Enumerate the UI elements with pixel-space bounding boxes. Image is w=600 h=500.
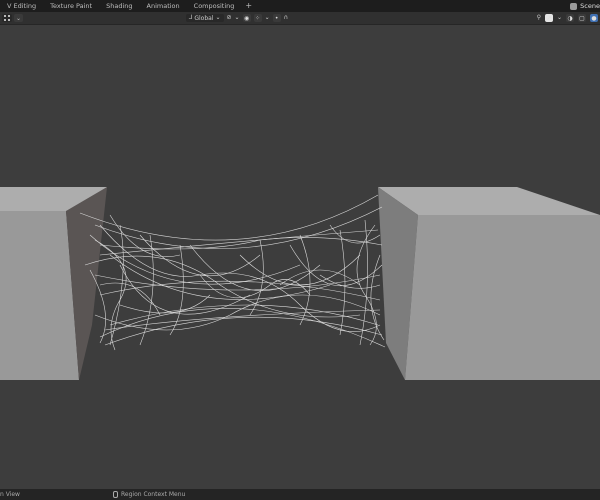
tab-uv-editing[interactable]: V Editing [0, 0, 43, 12]
gizmo-icon: ↗ [546, 14, 552, 22]
cobweb-mesh[interactable] [79, 194, 386, 351]
scene-label: Scene [580, 2, 600, 10]
status-middle-label: Region Context Menu [121, 491, 186, 498]
right-cube-front-face [405, 215, 600, 380]
workspace-topbar: V Editing Texture Paint Shading Animatio… [0, 0, 600, 12]
snap-icon: ◉ [243, 14, 250, 22]
snap-toggle[interactable]: ◉ [242, 14, 251, 22]
tab-texture-paint[interactable]: Texture Paint [43, 0, 99, 12]
show-gizmo-toggle[interactable]: ↗ [544, 14, 553, 22]
orientation-label: Global [194, 14, 214, 22]
editor-type-button[interactable] [2, 14, 12, 22]
solid-shading-icon: ● [591, 14, 597, 22]
proportional-edit-toggle[interactable]: • [272, 14, 281, 22]
grid-icon [4, 15, 10, 21]
overlays-toggle[interactable]: ◑ [566, 14, 574, 22]
proportional-edit-icon: • [274, 14, 279, 22]
falloff-curve-icon[interactable]: ∩ [284, 14, 288, 22]
snap-grid-icon: ⁘ [255, 14, 261, 22]
xray-icon: ▢ [579, 14, 585, 22]
tab-compositing[interactable]: Compositing [187, 0, 242, 12]
status-middle-hint: Region Context Menu [113, 489, 185, 500]
left-cube-front-face [0, 211, 79, 380]
status-left-hint: n View [0, 491, 20, 498]
chevron-down-icon: ⌄ [16, 14, 22, 22]
shading-mode-button[interactable]: ● [590, 14, 598, 22]
status-bar: n View Region Context Menu [0, 489, 600, 500]
chevron-down-icon: ⌄ [215, 14, 221, 21]
tab-animation[interactable]: Animation [140, 0, 187, 12]
chevron-down-icon: ⌄ [556, 14, 562, 21]
overlays-icon: ◑ [567, 14, 573, 22]
3d-viewport[interactable] [0, 25, 600, 489]
transform-orientation-dropdown[interactable]: ⅃ Global ⌄ [186, 14, 224, 22]
xray-toggle[interactable]: ▢ [578, 14, 586, 22]
add-workspace-button[interactable]: + [241, 0, 256, 12]
scene-icon [570, 2, 578, 10]
snap-target-dropdown[interactable]: ⁘ [253, 14, 262, 22]
tab-shading[interactable]: Shading [99, 0, 139, 12]
pivot-point-icon[interactable]: ⊘ [227, 14, 232, 22]
visibility-filter-icon[interactable]: ⚲ [537, 14, 541, 22]
scene-selector[interactable]: Scene [570, 0, 600, 12]
chevron-down-icon: ⌄ [234, 14, 240, 21]
mouse-right-icon [113, 491, 118, 498]
viewport-header: ⌄ ⅃ Global ⌄ ⊘ ⌄ ◉ ⁘ ⌄ • ∩ ⚲ ↗ ⌄ ◑ ▢ ● [0, 12, 600, 25]
orientation-axes-icon: ⅃ [189, 14, 193, 21]
chevron-down-icon: ⌄ [264, 14, 270, 21]
mode-dropdown[interactable]: ⌄ [14, 14, 24, 22]
right-cube[interactable] [378, 187, 600, 380]
left-cube[interactable] [0, 187, 107, 380]
